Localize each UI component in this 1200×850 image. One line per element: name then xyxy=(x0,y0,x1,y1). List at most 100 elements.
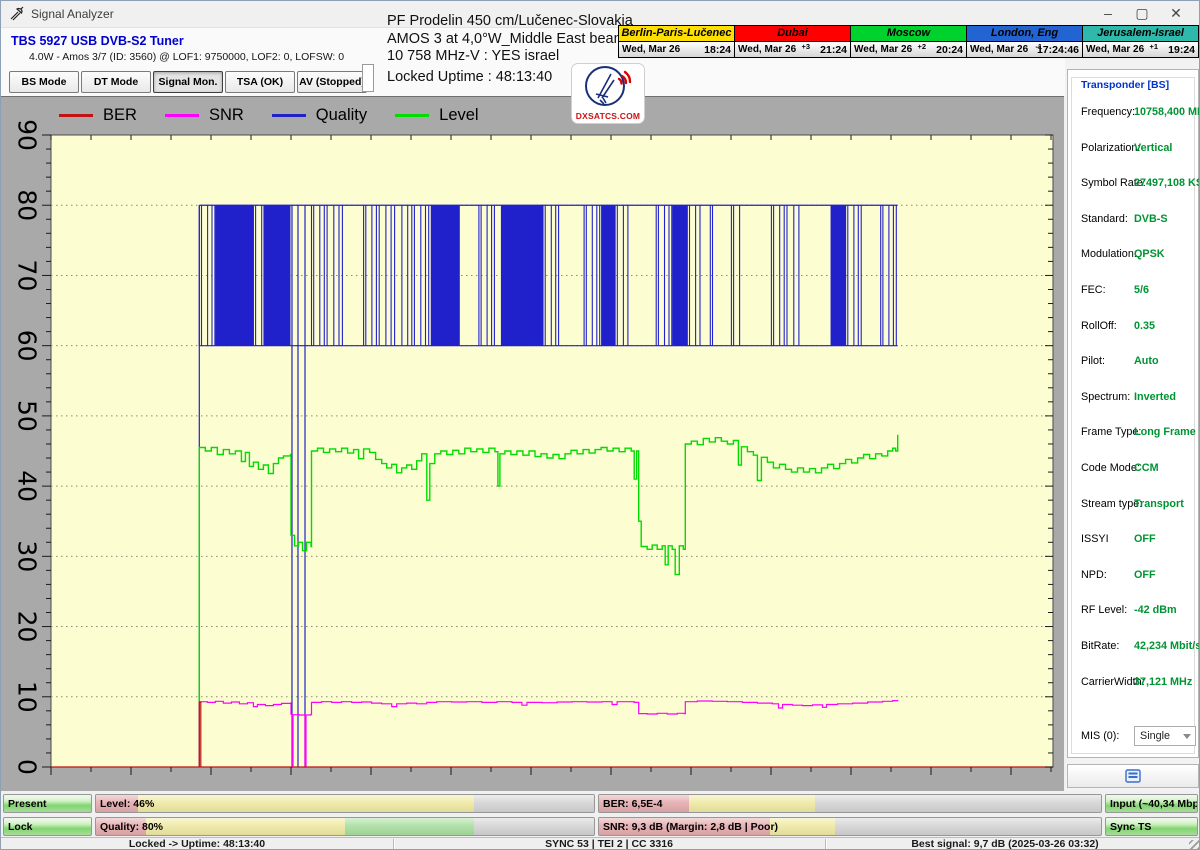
svg-text:70: 70 xyxy=(13,260,42,292)
clock-time: 21:24 xyxy=(820,44,847,56)
legend-label: Quality xyxy=(316,106,367,125)
legend-line-icon xyxy=(59,114,93,117)
legend-line-icon xyxy=(165,114,199,117)
status-bar: Locked -> Uptime: 48:13:40 SYNC 53 | TEI… xyxy=(1,837,1200,850)
transponder-row: Symbol Rate:27497,108 KS/s xyxy=(1072,177,1194,191)
clock-dubai: Dubai Wed, Mar 26 +3 21:24 xyxy=(734,26,850,57)
legend-line-icon xyxy=(395,114,429,117)
transponder-panel: Transponder [BS] Frequency:10758,400 MHz… xyxy=(1067,69,1199,758)
clock-date: Wed, Mar 26 xyxy=(854,44,912,55)
svg-text:50: 50 xyxy=(13,400,42,432)
svg-text:60: 60 xyxy=(12,330,41,362)
minimize-button[interactable]: – xyxy=(1093,1,1123,27)
clock-jerusalem: Jerusalem-Israel Wed, Mar 26 +1 19:24 xyxy=(1082,26,1198,57)
transponder-value: CCM xyxy=(1134,462,1159,474)
legend-item-ber: BER xyxy=(59,106,137,125)
transponder-row: CarrierWidth:37,121 MHz xyxy=(1072,676,1194,690)
world-clocks: Berlin-Paris-Lučenec Wed, Mar 26 18:24 D… xyxy=(618,25,1199,58)
tab-av[interactable]: AV (Stopped) xyxy=(297,71,367,93)
mis-row: MIS (0): Single xyxy=(1072,726,1194,748)
quality-zone xyxy=(474,818,594,835)
status-sync-tei-cc: SYNC 53 | TEI 2 | CC 3316 xyxy=(393,838,825,850)
clock-berlin: Berlin-Paris-Lučenec Wed, Mar 26 18:24 xyxy=(619,26,734,57)
transponder-label: Frame Type: xyxy=(1081,426,1141,438)
svg-text:80: 80 xyxy=(13,189,42,221)
svg-text:30: 30 xyxy=(13,540,42,572)
sync-ts-label: Sync TS xyxy=(1110,821,1151,833)
clock-time: 17:24:46 xyxy=(1037,44,1079,56)
window-title: Signal Analyzer xyxy=(31,1,114,27)
transponder-row: NPD: OFF xyxy=(1072,569,1194,583)
status-locked-uptime: Locked -> Uptime: 48:13:40 xyxy=(1,838,393,850)
tab-dt-mode[interactable]: DT Mode xyxy=(81,71,151,93)
clock-moscow: Moscow Wed, Mar 26 +2 20:24 xyxy=(850,26,966,57)
transponder-row: ISSYI OFF xyxy=(1072,533,1194,547)
signal-analyzer-window: Signal Analyzer – ▢ ✕ TBS 5927 USB DVB-S… xyxy=(0,0,1200,850)
transponder-label: NPD: xyxy=(1081,569,1107,581)
clock-time: 20:24 xyxy=(936,44,963,56)
quality-label: Quality: 80% xyxy=(100,821,163,833)
transponder-label: Polarization: xyxy=(1081,142,1140,154)
chevron-down-icon xyxy=(1183,734,1191,739)
transponder-value: DVB-S xyxy=(1134,213,1168,225)
quality-zone xyxy=(146,818,345,835)
present-label: Present xyxy=(8,798,47,810)
signal-chart: 0102030405060708090 xyxy=(1,97,1064,792)
level-zone xyxy=(138,795,474,812)
svg-text:0: 0 xyxy=(13,759,42,775)
resize-grip[interactable] xyxy=(1189,840,1199,850)
transponder-value: Auto xyxy=(1134,355,1159,367)
sync-ts-indicator: Sync TS xyxy=(1105,817,1198,836)
transponder-row: RollOff:0.35 xyxy=(1072,320,1194,334)
clock-date: Wed, Mar 26 xyxy=(1086,44,1144,55)
close-button[interactable]: ✕ xyxy=(1161,1,1191,27)
quality-bar: Quality: 80% xyxy=(95,817,595,836)
maximize-button[interactable]: ▢ xyxy=(1127,1,1157,27)
tab-signal-mon[interactable]: Signal Mon. xyxy=(153,71,223,93)
transponder-label: FEC: xyxy=(1081,284,1106,296)
clock-city: London, Eng xyxy=(967,26,1082,42)
save-settings-button[interactable] xyxy=(1067,764,1199,788)
snr-bar: SNR: 9,3 dB (Margin: 2,8 dB | Poor) xyxy=(598,817,1102,836)
ber-label: BER: 6,5E-4 xyxy=(603,798,663,810)
transponder-value: 10758,400 MHz xyxy=(1134,106,1200,118)
clock-city: Jerusalem-Israel xyxy=(1083,26,1198,42)
legend-label: Level xyxy=(439,106,478,125)
level-zone xyxy=(474,795,594,812)
clock-time: 19:24 xyxy=(1168,44,1195,56)
transponder-label: RF Level: xyxy=(1081,604,1127,616)
clock-date: Wed, Mar 26 xyxy=(622,44,680,55)
transponder-row: Pilot:Auto xyxy=(1072,355,1194,369)
transponder-value: 37,121 MHz xyxy=(1134,676,1192,688)
svg-text:90: 90 xyxy=(13,119,42,151)
legend-item-snr: SNR xyxy=(165,106,244,125)
mis-dropdown[interactable]: Single xyxy=(1134,726,1196,746)
ber-zone xyxy=(815,795,1101,812)
site-line-1: PF Prodelin 450 cm/Lučenec-Slovakia xyxy=(387,13,617,31)
legend-label: BER xyxy=(103,106,137,125)
status-best-signal: Best signal: 9,7 dB (2025-03-26 03:32) xyxy=(825,838,1185,850)
transponder-value: OFF xyxy=(1134,569,1156,581)
transponder-label: Spectrum: xyxy=(1081,391,1130,403)
level-label: Level: 46% xyxy=(100,798,154,810)
tab-bs-mode[interactable]: BS Mode xyxy=(9,71,79,93)
tab-tsa[interactable]: TSA (OK) xyxy=(225,71,295,93)
transponder-value: OFF xyxy=(1134,533,1156,545)
transponder-row: Spectrum:Inverted xyxy=(1072,391,1194,405)
clock-city: Berlin-Paris-Lučenec xyxy=(619,26,734,42)
ber-zone xyxy=(689,795,815,812)
svg-text:10: 10 xyxy=(13,681,42,713)
transponder-label: ISSYI xyxy=(1081,533,1109,545)
legend-item-quality: Quality xyxy=(272,106,367,125)
transponder-value: -42 dBm xyxy=(1134,604,1177,616)
clock-city: Moscow xyxy=(851,26,966,42)
transponder-row: Stream type:Transport xyxy=(1072,498,1194,512)
transponder-value: 5/6 xyxy=(1134,284,1149,296)
quality-zone xyxy=(345,818,474,835)
disk-icon xyxy=(1125,769,1141,783)
status-divider xyxy=(393,839,394,850)
input-indicator: Input (~40,34 Mbps) xyxy=(1105,794,1198,813)
svg-text:40: 40 xyxy=(13,470,42,502)
clock-date: Wed, Mar 26 xyxy=(970,44,1028,55)
transponder-row: Code Mode:CCM xyxy=(1072,462,1194,476)
